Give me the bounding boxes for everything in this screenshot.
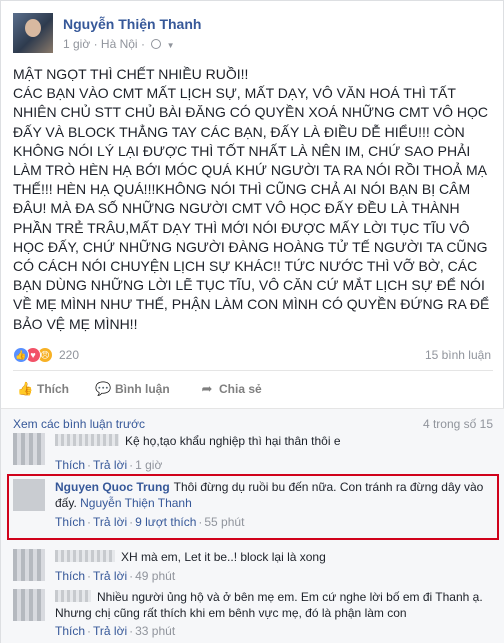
comment-time[interactable]: 1 giờ — [135, 458, 162, 472]
action-bar: 👍 Thích 💬 Bình luận ➦ Chia sẻ — [13, 375, 493, 403]
chevron-down-icon[interactable]: ▼ — [167, 41, 175, 50]
author-name[interactable]: Nguyễn Thiện Thanh — [63, 16, 201, 32]
comment-reply-link[interactable]: Trả lời — [93, 569, 127, 583]
avatar[interactable] — [13, 549, 45, 581]
post-time[interactable]: 1 giờ — [63, 37, 90, 51]
like-button[interactable]: 👍 Thích — [17, 381, 69, 397]
post-paragraph: MẬT NGỌT THÌ CHẾT NHIỀU RUỒI!! — [13, 66, 249, 82]
comment-text: Nhiều người ủng hộ và ở bên mẹ em. Em cứ… — [55, 590, 483, 620]
comment-count[interactable]: 15 bình luận — [425, 348, 491, 362]
share-button[interactable]: ➦ Chia sẻ — [199, 381, 262, 397]
post-location[interactable]: Hà Nội — [101, 37, 138, 51]
reaction-count[interactable]: 220 — [59, 348, 79, 362]
comment-button[interactable]: 💬 Bình luận — [95, 381, 170, 397]
comment-time[interactable]: 33 phút — [135, 624, 175, 638]
comment-body: Nhiều người ủng hộ và ở bên mẹ em. Em cứ… — [55, 589, 485, 639]
post-header: Nguyễn Thiện Thanh 1 giờ · Hà Nội · ▼ — [13, 13, 493, 55]
view-previous-comments-link[interactable]: Xem các bình luận trước — [13, 417, 145, 431]
avatar[interactable] — [13, 13, 53, 53]
comment-text: XH mà em, Let it be..! block lại là xong — [121, 550, 326, 564]
comment-body: XH mà em, Let it be..! block lại là xong… — [55, 549, 485, 584]
post-meta: 1 giờ · Hà Nội · ▼ — [63, 37, 175, 51]
comment-actions: Thích · Trả lời · 49 phút — [55, 569, 176, 583]
thumbs-up-icon: 👍 — [17, 381, 34, 396]
comment-reply-link[interactable]: Trả lời — [93, 458, 127, 472]
comment-actions: Thích · Trả lời · 33 phút — [55, 624, 176, 638]
comment-like-link[interactable]: Thích — [55, 624, 85, 638]
comment-body: Kệ họ,tạo khẩu nghiệp thì hại thân thôi … — [55, 433, 485, 473]
avatar[interactable] — [13, 589, 45, 621]
share-icon: ➦ — [201, 381, 213, 396]
globe-icon[interactable] — [151, 39, 162, 49]
comment-reply-link[interactable]: Trả lời — [93, 624, 127, 638]
comment-actions: Thích · Trả lời · 1 giờ — [55, 458, 163, 472]
post-card: Nguyễn Thiện Thanh 1 giờ · Hà Nội · ▼ MẬ… — [0, 0, 504, 643]
comment-author[interactable] — [55, 590, 91, 602]
post-body: MẬT NGỌT THÌ CHẾT NHIỀU RUỒI!! CÁC BẠN V… — [13, 65, 495, 334]
comments-count: 4 trong số 15 — [422, 417, 493, 431]
comment-author[interactable] — [55, 550, 115, 562]
reactions-bar: 👍 ♥ 😠 220 15 bình luận — [13, 345, 493, 365]
divider — [13, 370, 493, 371]
comment-author[interactable] — [55, 434, 119, 446]
comment-like-link[interactable]: Thích — [55, 458, 85, 472]
comment-icon: 💬 — [95, 381, 112, 396]
post-paragraph: CÁC BẠN VÀO CMT MẤT LỊCH SỰ, MẤT DẠY, VÔ… — [13, 85, 490, 332]
highlight-box — [7, 474, 499, 540]
comment-like-link[interactable]: Thích — [55, 569, 85, 583]
like-reaction-icon[interactable]: 👍 — [13, 347, 29, 363]
comment-time[interactable]: 49 phút — [135, 569, 175, 583]
comment-text: Kệ họ,tạo khẩu nghiệp thì hại thân thôi … — [125, 434, 341, 448]
avatar[interactable] — [13, 433, 45, 465]
